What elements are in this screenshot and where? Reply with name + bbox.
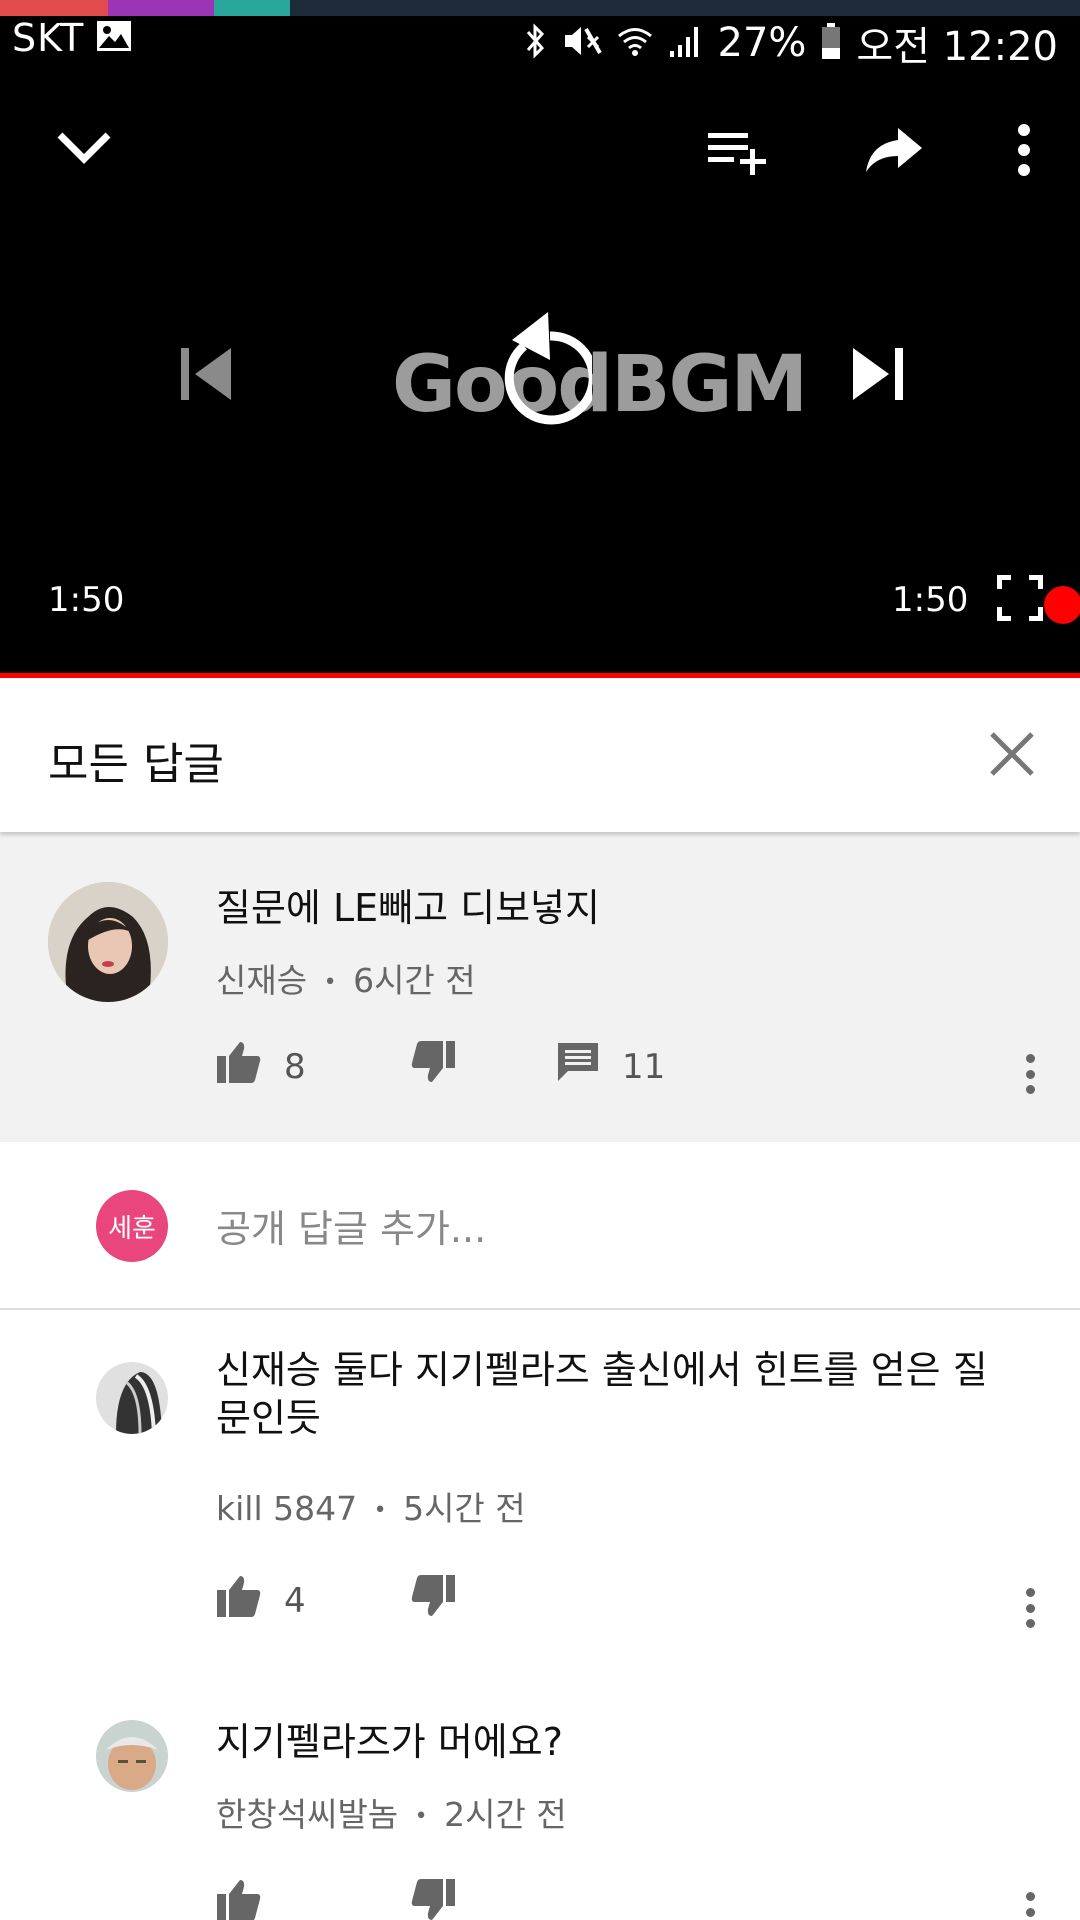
like-count: 4	[284, 1580, 306, 1621]
bluetooth-icon	[524, 22, 548, 64]
current-time: 1:50	[48, 580, 125, 620]
comment-more-icon[interactable]	[1020, 1580, 1040, 1636]
duration: 1:50	[892, 580, 969, 620]
meta-separator: •	[323, 970, 337, 995]
comment-time: 6시간 전	[353, 961, 476, 1000]
comment-actions: 4	[216, 1574, 456, 1627]
comment-time: 2시간 전	[444, 1795, 567, 1834]
next-icon[interactable]	[844, 342, 914, 406]
close-icon[interactable]	[984, 726, 1040, 782]
like-count: 8	[284, 1046, 306, 1087]
replay-icon[interactable]	[488, 306, 592, 430]
mute-icon	[562, 23, 602, 63]
more-vert-icon[interactable]	[1004, 122, 1044, 178]
video-player[interactable]: GoodBGM 1:50 1:50	[0, 70, 1080, 679]
comment-text: 신재승 둘다 지기펠라즈 출신에서 힌트를 얻은 질문인듯	[216, 1348, 988, 1440]
thumb-down-icon	[410, 1878, 456, 1920]
comment-more-icon[interactable]	[1020, 1046, 1040, 1102]
collapse-chevron-icon[interactable]	[52, 122, 116, 172]
comment-meta: kill 5847 • 5시간 전	[216, 1482, 526, 1530]
carrier-label: SKT	[12, 16, 85, 60]
reply-count-button[interactable]: 11	[556, 1041, 665, 1092]
thumb-down-icon	[410, 1040, 456, 1093]
page-title: 모든 답글	[48, 739, 224, 790]
avatar[interactable]	[96, 1362, 168, 1434]
comment-author[interactable]: 한창석씨발놈	[216, 1795, 398, 1834]
list-item: 지기펠라즈가 머에요? 한창석씨발놈 • 2시간 전	[0, 1670, 1080, 1920]
thumb-up-icon	[216, 1040, 262, 1093]
avatar[interactable]	[96, 1720, 168, 1792]
gallery-notification-icon	[96, 20, 132, 56]
comment-actions: 8 11	[216, 1040, 665, 1093]
comment-time: 5시간 전	[403, 1489, 526, 1528]
like-button[interactable]: 8	[216, 1040, 410, 1093]
comment-text: 지기펠라즈가 머에요?	[216, 1720, 563, 1764]
avatar[interactable]: 세훈	[96, 1190, 168, 1262]
thumb-down-icon	[410, 1574, 456, 1627]
thumb-up-icon	[216, 1574, 262, 1627]
progress-scrubber[interactable]	[1044, 586, 1080, 624]
battery-icon	[820, 22, 842, 64]
reply-input[interactable]: 공개 답글 추가...	[216, 1198, 486, 1253]
comment-text: 질문에 LE빼고 디보넣지	[216, 886, 600, 930]
channel-logo: GoodBGM	[392, 340, 808, 430]
dislike-button[interactable]	[410, 1040, 556, 1093]
list-item: 신재승 둘다 지기펠라즈 출신에서 힌트를 얻은 질문인듯 kill 5847 …	[0, 1310, 1080, 1670]
comment-author[interactable]: kill 5847	[216, 1489, 357, 1528]
wifi-icon	[616, 22, 654, 64]
like-button[interactable]	[216, 1878, 410, 1920]
meta-separator: •	[373, 1498, 387, 1523]
status-bar: SKT 27% 오전 12:20	[0, 0, 1080, 70]
dislike-button[interactable]	[410, 1878, 456, 1920]
share-icon[interactable]	[862, 122, 926, 178]
comment-icon	[556, 1041, 600, 1092]
comment-meta: 한창석씨발놈 • 2시간 전	[216, 1788, 567, 1836]
signal-icon	[668, 23, 704, 63]
clock: 오전 12:20	[856, 24, 1058, 70]
reply-count: 11	[622, 1046, 666, 1087]
fullscreen-icon[interactable]	[996, 574, 1044, 622]
add-reply-row: 세훈 공개 답글 추가...	[0, 1142, 1080, 1310]
comment-author[interactable]: 신재승	[216, 961, 307, 1000]
parent-comment: 질문에 LE빼고 디보넣지 신재승 • 6시간 전 8 11	[0, 832, 1080, 1142]
meta-separator: •	[414, 1804, 428, 1829]
thumb-up-icon	[216, 1878, 262, 1920]
replies-header: 모든 답글	[0, 678, 1080, 832]
add-to-playlist-icon[interactable]	[704, 124, 772, 180]
like-button[interactable]: 4	[216, 1574, 410, 1627]
comment-more-icon[interactable]	[1020, 1884, 1040, 1920]
dislike-button[interactable]	[410, 1574, 456, 1627]
battery-percent: 27%	[717, 20, 807, 66]
avatar[interactable]	[48, 882, 168, 1002]
previous-icon[interactable]	[170, 342, 240, 406]
comment-meta: 신재승 • 6시간 전	[216, 954, 476, 1002]
comment-actions	[216, 1878, 456, 1920]
